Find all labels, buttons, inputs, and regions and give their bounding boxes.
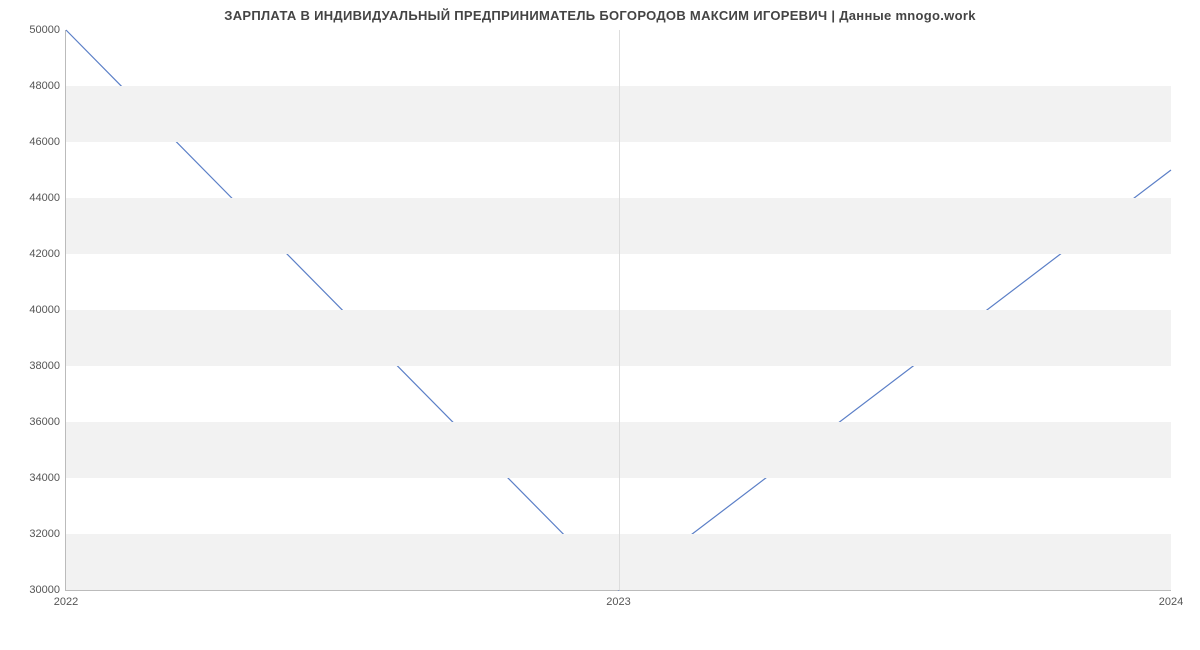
plot-area: 3000032000340003600038000400004200044000…	[65, 30, 1171, 591]
y-tick-label: 38000	[29, 360, 66, 372]
y-tick-label: 42000	[29, 248, 66, 260]
y-tick-label: 44000	[29, 192, 66, 204]
y-tick-label: 50000	[29, 24, 66, 36]
y-tick-label: 34000	[29, 472, 66, 484]
y-tick-label: 46000	[29, 136, 66, 148]
y-tick-label: 36000	[29, 416, 66, 428]
chart-title: ЗАРПЛАТА В ИНДИВИДУАЛЬНЫЙ ПРЕДПРИНИМАТЕЛ…	[0, 8, 1200, 23]
x-gridline	[619, 30, 620, 590]
y-tick-label: 32000	[29, 528, 66, 540]
y-tick-label: 40000	[29, 304, 66, 316]
y-tick-label: 48000	[29, 80, 66, 92]
x-tick-label: 2022	[54, 590, 78, 608]
x-tick-label: 2023	[606, 590, 630, 608]
x-tick-label: 2024	[1159, 590, 1183, 608]
